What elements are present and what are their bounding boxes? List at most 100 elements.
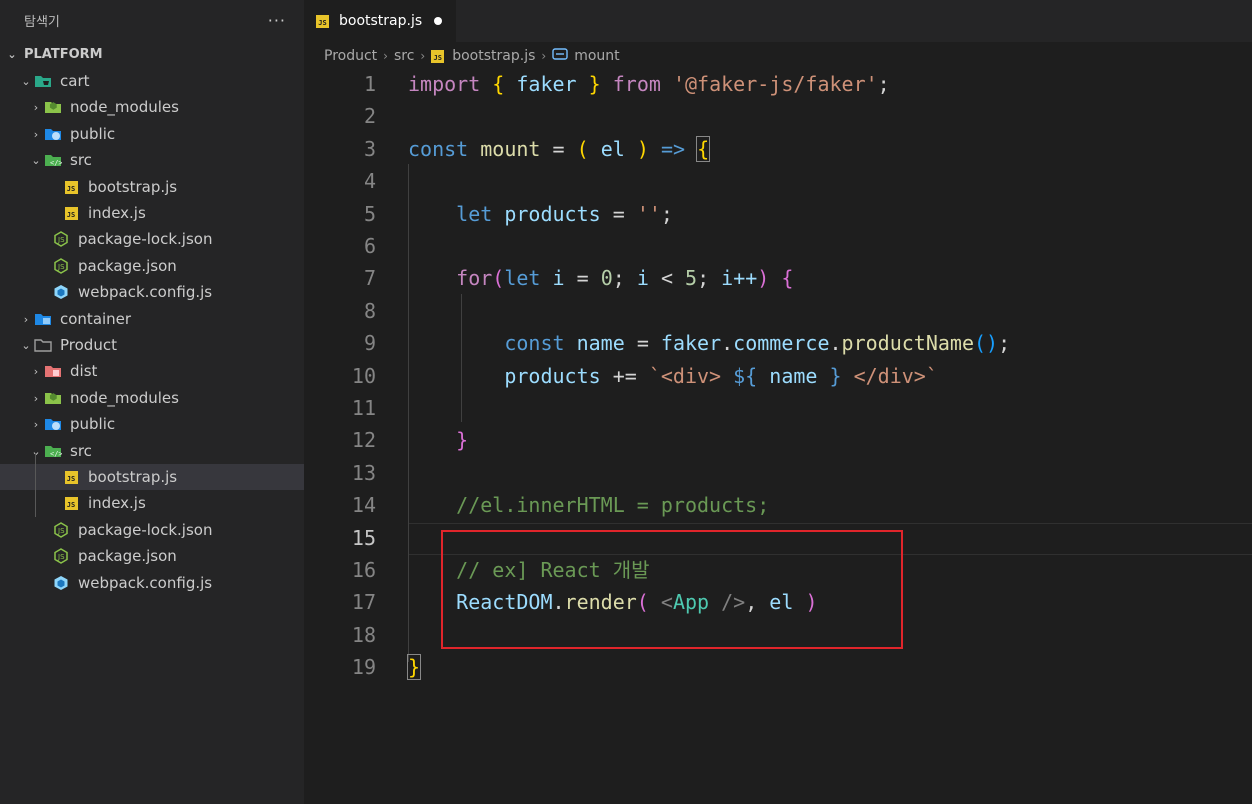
token-operator: = <box>612 202 625 226</box>
chevron-right-icon: › <box>23 312 29 326</box>
more-actions-icon[interactable]: ··· <box>268 11 286 30</box>
js-file-icon: JS <box>62 174 80 200</box>
token-brace-matched: } <box>406 654 422 680</box>
token-template-close: } <box>829 364 842 388</box>
chevron-right-icon: › <box>541 49 547 63</box>
line-number: 5 <box>363 202 376 226</box>
line-number: 16 <box>351 558 376 582</box>
breadcrumb-item-symbol[interactable]: mount <box>574 48 619 64</box>
tree-item-src[interactable]: ⌄ </> src <box>0 438 304 464</box>
webpack-icon <box>52 570 70 596</box>
token-template-open: ${ <box>733 364 758 388</box>
js-file-icon: JS <box>62 200 80 226</box>
js-file-icon: JS <box>431 49 445 63</box>
chevron-right-icon: › <box>33 100 39 114</box>
breadcrumb-item-product[interactable]: Product <box>324 48 377 64</box>
tree-item-label: bootstrap.js <box>88 178 178 196</box>
token-identifier: products <box>504 202 601 226</box>
tree-item-label: package-lock.json <box>78 521 213 539</box>
token-identifier: i <box>552 266 565 290</box>
token-brace: } <box>456 428 469 452</box>
token-operator: < <box>660 266 673 290</box>
chevron-right-icon: › <box>420 49 426 63</box>
tree-item-src[interactable]: ⌄ </> src <box>0 147 304 173</box>
line-number: 3 <box>363 137 376 161</box>
token-punct: ; <box>697 266 710 290</box>
tree-item-node-modules[interactable]: › node_modules <box>0 94 304 120</box>
svg-text:</>: </> <box>50 159 62 167</box>
token-brace: } <box>588 72 601 96</box>
tree-item-container[interactable]: › container <box>0 306 304 332</box>
token-number: 5 <box>685 266 698 290</box>
token-identifier: i <box>636 266 649 290</box>
folder-public-icon <box>44 121 62 147</box>
tree-item-package-json[interactable]: JS package.json <box>0 253 304 279</box>
chevron-down-icon: ⌄ <box>31 153 41 167</box>
tree-item-label: index.js <box>88 204 146 222</box>
chevron-right-icon: › <box>383 49 388 63</box>
tree-item-label: package.json <box>78 547 177 565</box>
line-number: 10 <box>351 364 376 388</box>
nodejs-icon: JS <box>52 543 70 569</box>
tree-root-label: PLATFORM <box>24 46 103 62</box>
annotation-highlight-box <box>441 530 903 649</box>
folder-src-icon: </> <box>44 147 62 173</box>
token-string: '@faker-js/faker' <box>672 72 878 96</box>
token-property: commerce <box>733 331 830 355</box>
tree-item-index-js[interactable]: JS index.js <box>0 490 304 516</box>
tree-item-label: public <box>70 125 116 143</box>
token-operator: = <box>552 137 565 161</box>
tree-item-bootstrap-js[interactable]: JS bootstrap.js <box>0 174 304 200</box>
tree-item-webpack-config-js[interactable]: webpack.config.js <box>0 279 304 305</box>
explorer-sidebar: 탐색기 ··· ⌄ PLATFORM ⌄ cart › node_modules… <box>0 0 304 804</box>
svg-text:JS: JS <box>57 236 65 244</box>
token-brace: { <box>781 266 794 290</box>
tree-item-package-lock-json[interactable]: JS package-lock.json <box>0 517 304 543</box>
tree-item-label: src <box>70 151 92 169</box>
line-number: 12 <box>351 428 376 452</box>
tree-item-dist[interactable]: › dist <box>0 358 304 384</box>
tree-item-index-js[interactable]: JS index.js <box>0 200 304 226</box>
tree-item-label: cart <box>60 72 90 90</box>
code-line-5: let products = ''; <box>408 198 673 230</box>
breadcrumb-item-file[interactable]: bootstrap.js <box>452 48 535 64</box>
explorer-header: 탐색기 ··· <box>0 0 304 40</box>
line-number-current: 15 <box>351 526 376 550</box>
token-identifier: faker <box>516 72 577 96</box>
tree-item-node-modules[interactable]: › node_modules <box>0 385 304 411</box>
folder-container-icon <box>34 306 52 332</box>
tree-item-public[interactable]: › public <box>0 411 304 437</box>
tree-root-platform[interactable]: ⌄ PLATFORM <box>0 41 304 67</box>
folder-dist-icon <box>44 358 62 384</box>
tree-item-webpack-config-js[interactable]: webpack.config.js <box>0 570 304 596</box>
token-operator: = <box>636 331 649 355</box>
tree-item-cart[interactable]: ⌄ cart <box>0 68 304 94</box>
line-number: 17 <box>351 590 376 614</box>
line-number: 7 <box>363 266 376 290</box>
tree-item-bootstrap-js-selected[interactable]: JS bootstrap.js <box>0 464 304 490</box>
unsaved-dot-icon[interactable] <box>434 17 443 25</box>
tree-item-public[interactable]: › public <box>0 121 304 147</box>
tab-bootstrap-js[interactable]: JS bootstrap.js <box>304 0 456 42</box>
code-editor[interactable]: 1 2 3 4 5 6 7 8 9 10 11 12 13 14 15 16 1… <box>304 68 1252 804</box>
code-line-19: } <box>406 651 422 683</box>
token-identifier: faker <box>660 331 722 355</box>
token-identifier: i++ <box>721 266 758 290</box>
breadcrumb: Product › src › JS bootstrap.js › mount <box>324 44 620 68</box>
tree-item-package-json[interactable]: JS package.json <box>0 543 304 569</box>
tree-item-label: package-lock.json <box>78 230 213 248</box>
token-number: 0 <box>600 266 613 290</box>
tree-item-label: webpack.config.js <box>78 574 213 592</box>
token-function: productName <box>841 331 974 355</box>
nodejs-icon: JS <box>52 517 70 543</box>
tree-item-product[interactable]: ⌄ Product <box>0 332 304 358</box>
chevron-down-icon: ⌄ <box>21 74 31 88</box>
js-file-icon: JS <box>316 14 329 28</box>
code-line-10: products += `<div> ${ name } </div>` <box>408 360 938 392</box>
chevron-right-icon: › <box>33 391 39 405</box>
tree-item-package-lock-json[interactable]: JS package-lock.json <box>0 226 304 252</box>
breadcrumb-item-src[interactable]: src <box>394 48 414 64</box>
js-file-icon: JS <box>62 490 80 516</box>
chevron-right-icon: › <box>33 127 39 141</box>
tree-item-label: dist <box>70 362 98 380</box>
